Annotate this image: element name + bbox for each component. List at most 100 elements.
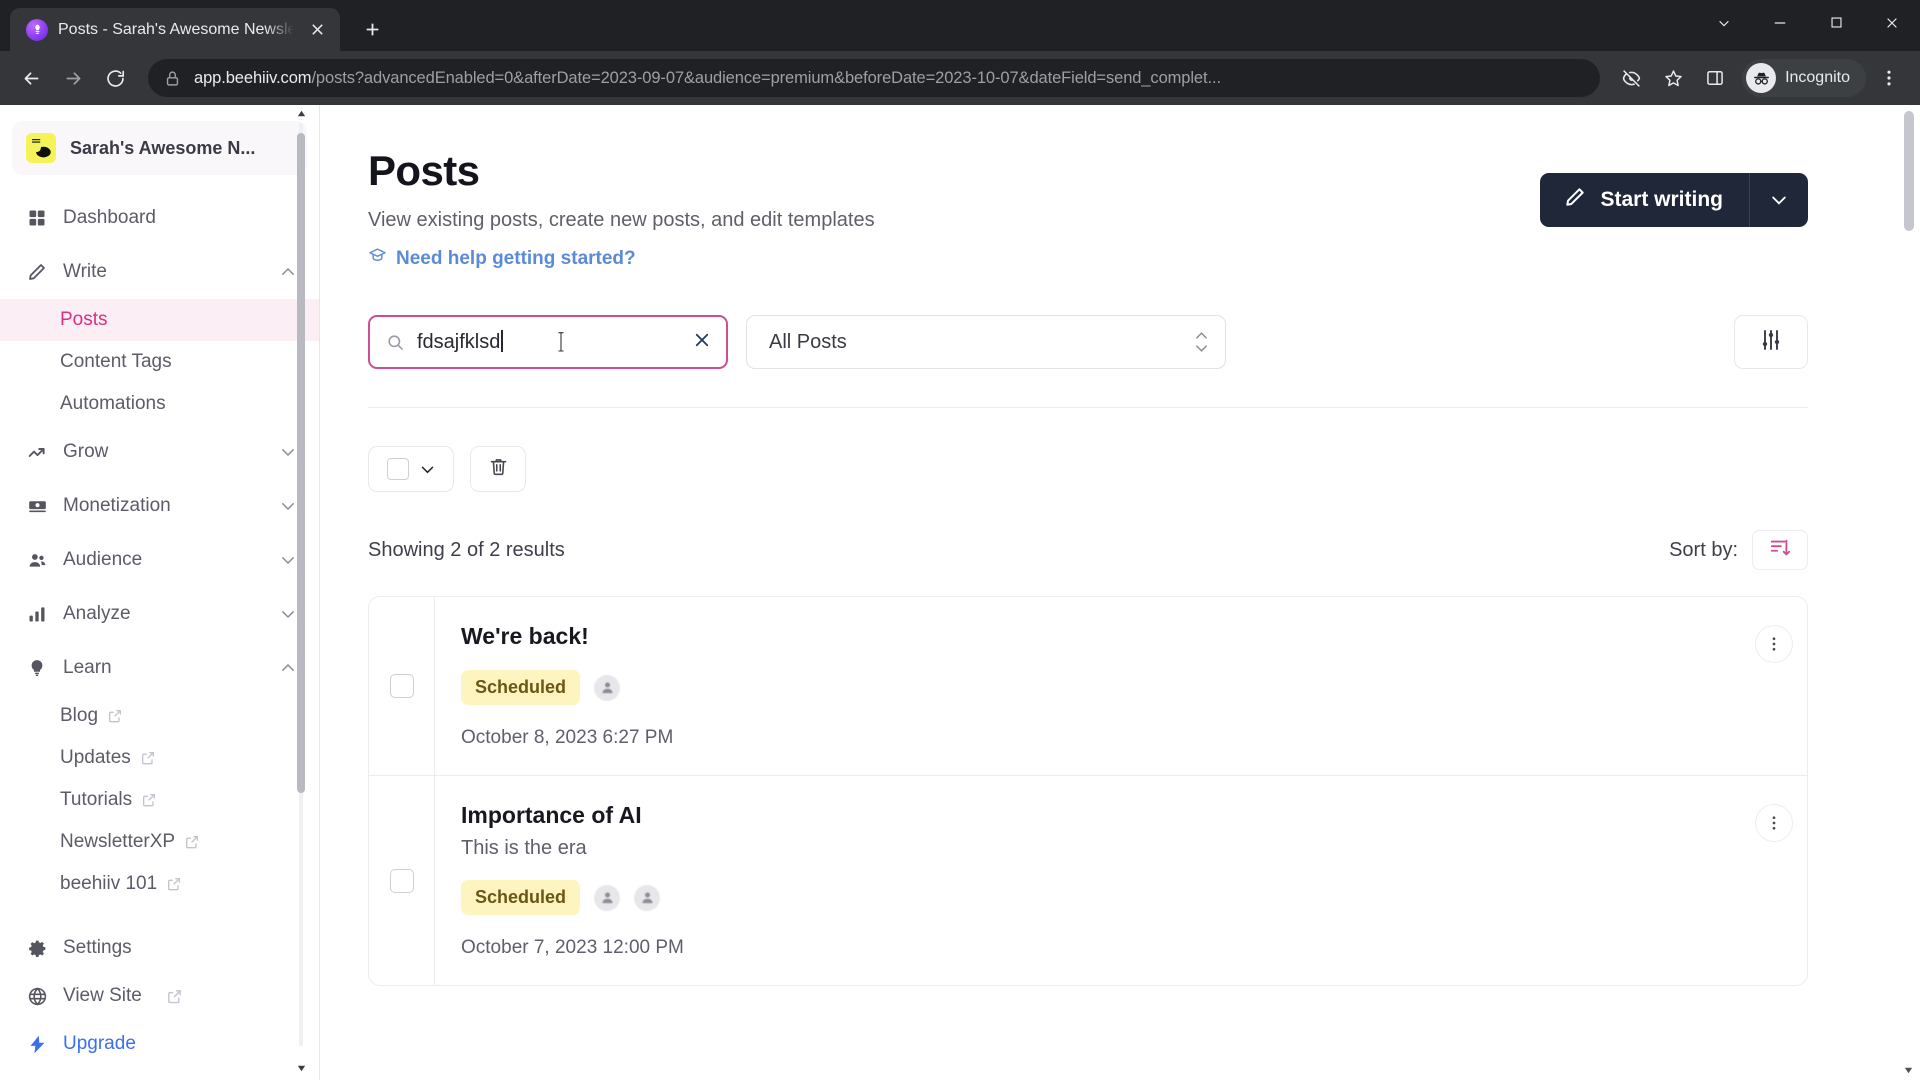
sidebar-scrollbar[interactable] <box>297 123 305 1046</box>
three-dot-menu-icon[interactable] <box>1870 59 1908 97</box>
external-link-icon <box>107 708 123 724</box>
page-title: Posts <box>368 147 480 194</box>
post-checkbox[interactable] <box>389 674 414 698</box>
beehiiv-favicon <box>26 18 48 41</box>
pencil-icon <box>26 261 48 283</box>
external-link-icon <box>184 834 200 850</box>
sidebar-item-analyze[interactable]: Analyze <box>0 587 319 641</box>
address-bar[interactable]: app.beehiiv.com/posts?advancedEnabled=0&… <box>148 59 1601 97</box>
posts-list: We're back! Scheduled October 8, 2023 6:… <box>368 596 1808 986</box>
post-title[interactable]: We're back! <box>461 623 1741 650</box>
forward-icon[interactable] <box>54 59 92 97</box>
scroll-down-icon[interactable] <box>1902 1064 1914 1076</box>
sidebar-item-tutorials[interactable]: Tutorials <box>0 779 319 821</box>
sidebar-item-write[interactable]: Write <box>0 245 319 299</box>
more-vertical-icon[interactable] <box>1755 625 1793 663</box>
post-meta: Scheduled <box>461 880 1741 915</box>
window-controls <box>1696 0 1920 45</box>
sidebar-item-updates[interactable]: Updates <box>0 737 319 779</box>
sidebar-item-newsletterxp[interactable]: NewsletterXP <box>0 821 319 863</box>
post-row-checkbox-cell <box>369 776 435 985</box>
sidebar-item-label: Write <box>63 261 107 282</box>
sidebar-item-automations[interactable]: Automations <box>0 383 319 425</box>
advanced-filter-button[interactable] <box>1734 315 1808 369</box>
beehiiv-bee-logo <box>26 133 56 163</box>
sidebar-item-blog[interactable]: Blog <box>0 695 319 737</box>
audience-select[interactable]: All Posts <box>746 315 1226 369</box>
trending-up-icon <box>26 441 48 463</box>
post-title[interactable]: Importance of AI <box>461 802 1741 829</box>
start-writing-button[interactable]: Start writing <box>1540 173 1808 227</box>
results-row: Showing 2 of 2 results Sort by: <box>368 530 1808 570</box>
maximize-icon[interactable] <box>1808 0 1864 45</box>
post-row-body: We're back! Scheduled October 8, 2023 6:… <box>435 597 1741 775</box>
page-subtitle: View existing posts, create new posts, a… <box>368 209 875 231</box>
scrollbar-thumb[interactable] <box>1904 111 1914 231</box>
sidebar-nav: Dashboard Write Posts Content Tags Autom… <box>0 191 319 924</box>
bulk-actions-row <box>368 446 1808 492</box>
table-row[interactable]: We're back! Scheduled October 8, 2023 6:… <box>369 597 1807 776</box>
graduation-cap-icon <box>368 246 387 271</box>
scroll-down-icon[interactable] <box>293 1060 309 1076</box>
more-vertical-icon[interactable] <box>1755 804 1793 842</box>
sidebar-item-audience[interactable]: Audience <box>0 533 319 587</box>
need-help-label: Need help getting started? <box>396 247 636 269</box>
close-icon[interactable] <box>304 17 330 43</box>
banknote-icon <box>26 495 48 517</box>
status-badge: Scheduled <box>461 670 581 705</box>
globe-icon <box>26 985 48 1007</box>
sidebar-item-content-tags[interactable]: Content Tags <box>0 341 319 383</box>
post-checkbox[interactable] <box>389 868 414 893</box>
sidebar-item-beehiiv-101[interactable]: beehiiv 101 <box>0 863 319 905</box>
external-link-icon <box>166 876 182 892</box>
sidebar-item-grow[interactable]: Grow <box>0 425 319 479</box>
window-close-icon[interactable] <box>1864 0 1920 45</box>
start-writing-dropdown[interactable] <box>1750 173 1808 227</box>
new-tab-button[interactable] <box>354 11 390 47</box>
chevron-down-icon[interactable] <box>419 461 436 478</box>
bulk-select-dropdown[interactable] <box>368 446 454 492</box>
bookmark-star-icon[interactable] <box>1654 59 1692 97</box>
lock-icon <box>164 70 181 87</box>
sidebar-item-dashboard[interactable]: Dashboard <box>0 191 319 245</box>
chevron-up-icon <box>279 659 297 677</box>
sidebar-item-label: Grow <box>63 441 109 462</box>
sidebar-item-upgrade[interactable]: Upgrade <box>0 1020 319 1068</box>
side-panel-icon[interactable] <box>1696 59 1734 97</box>
browser-window: Posts - Sarah's Awesome Newsle app.beehi… <box>0 0 1920 1080</box>
chevron-down-icon[interactable] <box>1696 0 1752 45</box>
minimize-icon[interactable] <box>1752 0 1808 45</box>
profile-incognito-button[interactable]: Incognito <box>1742 59 1866 97</box>
publication-switcher[interactable]: Sarah's Awesome N... <box>12 121 307 175</box>
post-description: This is the era <box>461 837 587 859</box>
sidebar-item-monetization[interactable]: Monetization <box>0 479 319 533</box>
post-date: October 7, 2023 12:00 PM <box>461 937 684 958</box>
select-all-checkbox[interactable] <box>386 458 409 480</box>
back-icon[interactable] <box>12 59 50 97</box>
need-help-link[interactable]: Need help getting started? <box>368 246 875 271</box>
clear-search-icon[interactable] <box>692 331 712 353</box>
post-date: October 8, 2023 6:27 PM <box>461 727 674 748</box>
bulk-delete-button[interactable] <box>470 446 526 492</box>
post-meta: Scheduled <box>461 670 1741 705</box>
profile-label: Incognito <box>1785 69 1850 86</box>
sidebar-subitem-label: Content Tags <box>60 351 172 372</box>
sidebar-item-posts[interactable]: Posts <box>0 299 319 341</box>
scrollbar-thumb[interactable] <box>297 133 305 793</box>
search-input[interactable]: fdsajfklsd <box>368 315 728 369</box>
reload-icon[interactable] <box>96 59 134 97</box>
main-scrollbar[interactable] <box>1904 109 1914 1076</box>
eye-off-icon[interactable] <box>1612 59 1650 97</box>
table-row[interactable]: Importance of AI This is the era Schedul… <box>369 776 1807 985</box>
sidebar-item-view-site[interactable]: View Site <box>0 972 319 1020</box>
external-link-icon <box>140 750 156 766</box>
start-writing-main[interactable]: Start writing <box>1540 173 1750 227</box>
sidebar-item-settings[interactable]: Settings <box>0 924 319 972</box>
sort-button[interactable] <box>1752 530 1808 570</box>
browser-tab[interactable]: Posts - Sarah's Awesome Newsle <box>10 8 340 51</box>
avatar <box>594 674 621 701</box>
avatar <box>594 884 621 911</box>
scroll-up-icon[interactable] <box>293 105 309 121</box>
sidebar-bottom-nav: Settings View Site Upgrade <box>0 924 319 1080</box>
sidebar-item-learn[interactable]: Learn <box>0 641 319 695</box>
